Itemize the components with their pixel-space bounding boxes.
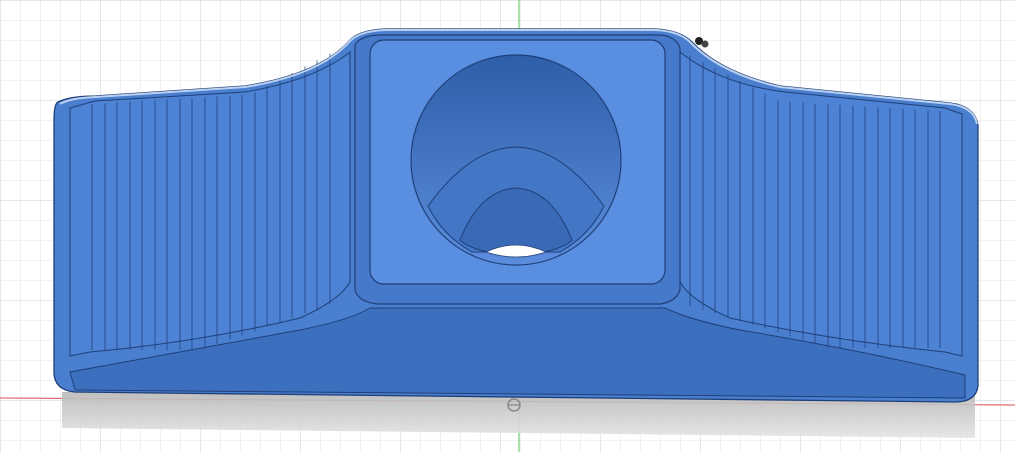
counterbore-hole	[410, 54, 622, 266]
cad-3d-viewport[interactable]	[0, 0, 1015, 452]
